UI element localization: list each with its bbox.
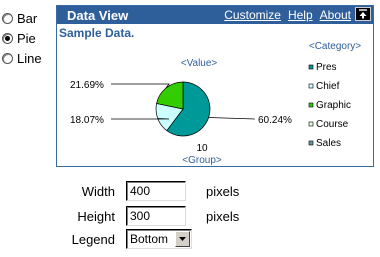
pie-chart: <Value> <Category> 10 <Group> 60.24% 18.0… [70,41,361,166]
width-row: Width pixels [55,181,239,201]
data-view-panel: Data View Customize Help About Sample Da… [56,5,374,167]
category-label: <Category> [309,41,361,52]
group-axis-label: <Group> [182,155,222,166]
legend-select-value: Bottom [130,232,169,246]
dropdown-arrow-icon[interactable] [175,231,190,247]
width-label: Width [81,183,115,199]
radio-bar[interactable]: Bar [2,8,42,28]
legend-row: Legend Bottom [55,229,192,249]
legend-swatch-chief [308,83,314,89]
width-unit: pixels [206,183,240,199]
legend-select[interactable]: Bottom [126,229,192,249]
radio-pie-button[interactable] [2,32,13,44]
legend-swatch-pres [308,64,314,70]
radio-line-label: Line [17,50,42,66]
height-unit: pixels [206,208,240,224]
height-row: Height pixels [55,206,239,226]
legend-swatch-course [308,121,314,127]
radio-line-button[interactable] [2,52,13,64]
radio-line[interactable]: Line [2,48,42,68]
legend-entry-graphic: Graphic [316,100,351,111]
legend-swatch-graphic [308,102,314,108]
legend-entry-course: Course [316,119,349,130]
height-label: Height [77,208,115,224]
leader-line-pres [208,117,256,120]
radio-pie-label: Pie [17,30,36,46]
legend-entry-sales: Sales [316,138,341,149]
legend-label: Legend [71,231,115,247]
radio-pie[interactable]: Pie [2,28,42,48]
legend-swatch-sales [308,140,314,146]
legend-entry-chief: Chief [316,81,340,92]
slice-label-pres: 60.24% [258,115,292,126]
group-value: 10 [196,143,208,154]
chart-type-radio-group: Bar Pie Line [2,8,42,68]
legend-entry-pres: Pres [316,62,337,73]
radio-bar-button[interactable] [2,12,13,24]
width-input[interactable] [126,181,186,201]
leader-line-graphic [111,83,170,89]
slice-label-graphic: 21.69% [70,80,104,91]
value-axis-label: <Value> [181,58,218,69]
height-input[interactable] [126,206,186,226]
slice-label-chief: 18.07% [70,115,104,126]
radio-bar-label: Bar [17,10,38,26]
